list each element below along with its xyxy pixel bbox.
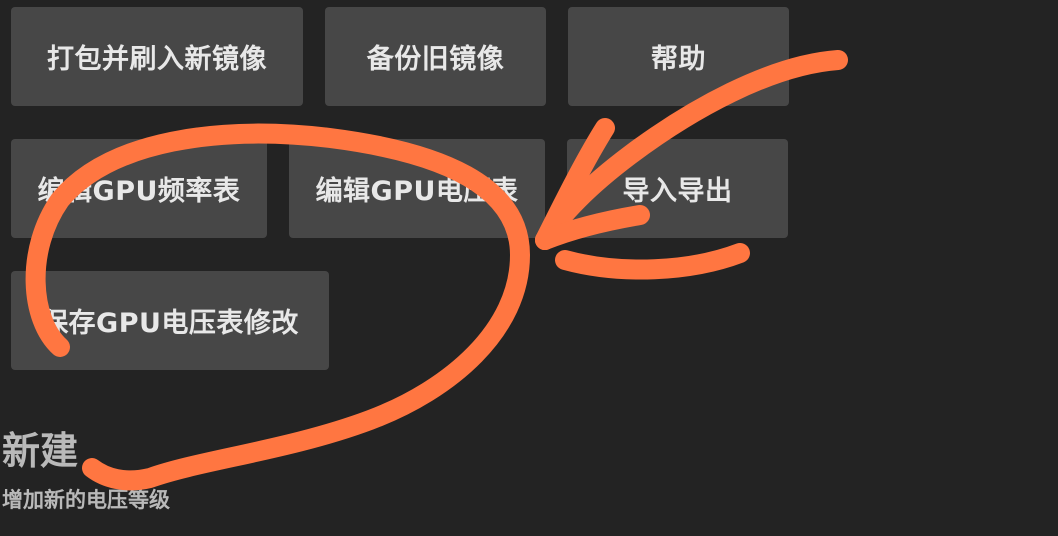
edit-gpu-voltage-table-button[interactable]: 编辑GPU电压表 bbox=[289, 139, 545, 238]
flash-new-image-button[interactable]: 打包并刷入新镜像 bbox=[11, 7, 303, 106]
annotation-underline bbox=[555, 243, 750, 280]
save-gpu-voltage-changes-button[interactable]: 保存GPU电压表修改 bbox=[11, 271, 329, 370]
help-button[interactable]: 帮助 bbox=[568, 7, 789, 106]
new-section-subtitle: 增加新的电压等级 bbox=[2, 488, 170, 512]
edit-gpu-frequency-table-button[interactable]: 编辑GPU频率表 bbox=[11, 139, 267, 238]
backup-old-image-button[interactable]: 备份旧镜像 bbox=[325, 7, 546, 106]
new-section-title: 新建 bbox=[2, 429, 79, 473]
import-export-button[interactable]: 导入导出 bbox=[567, 139, 788, 238]
